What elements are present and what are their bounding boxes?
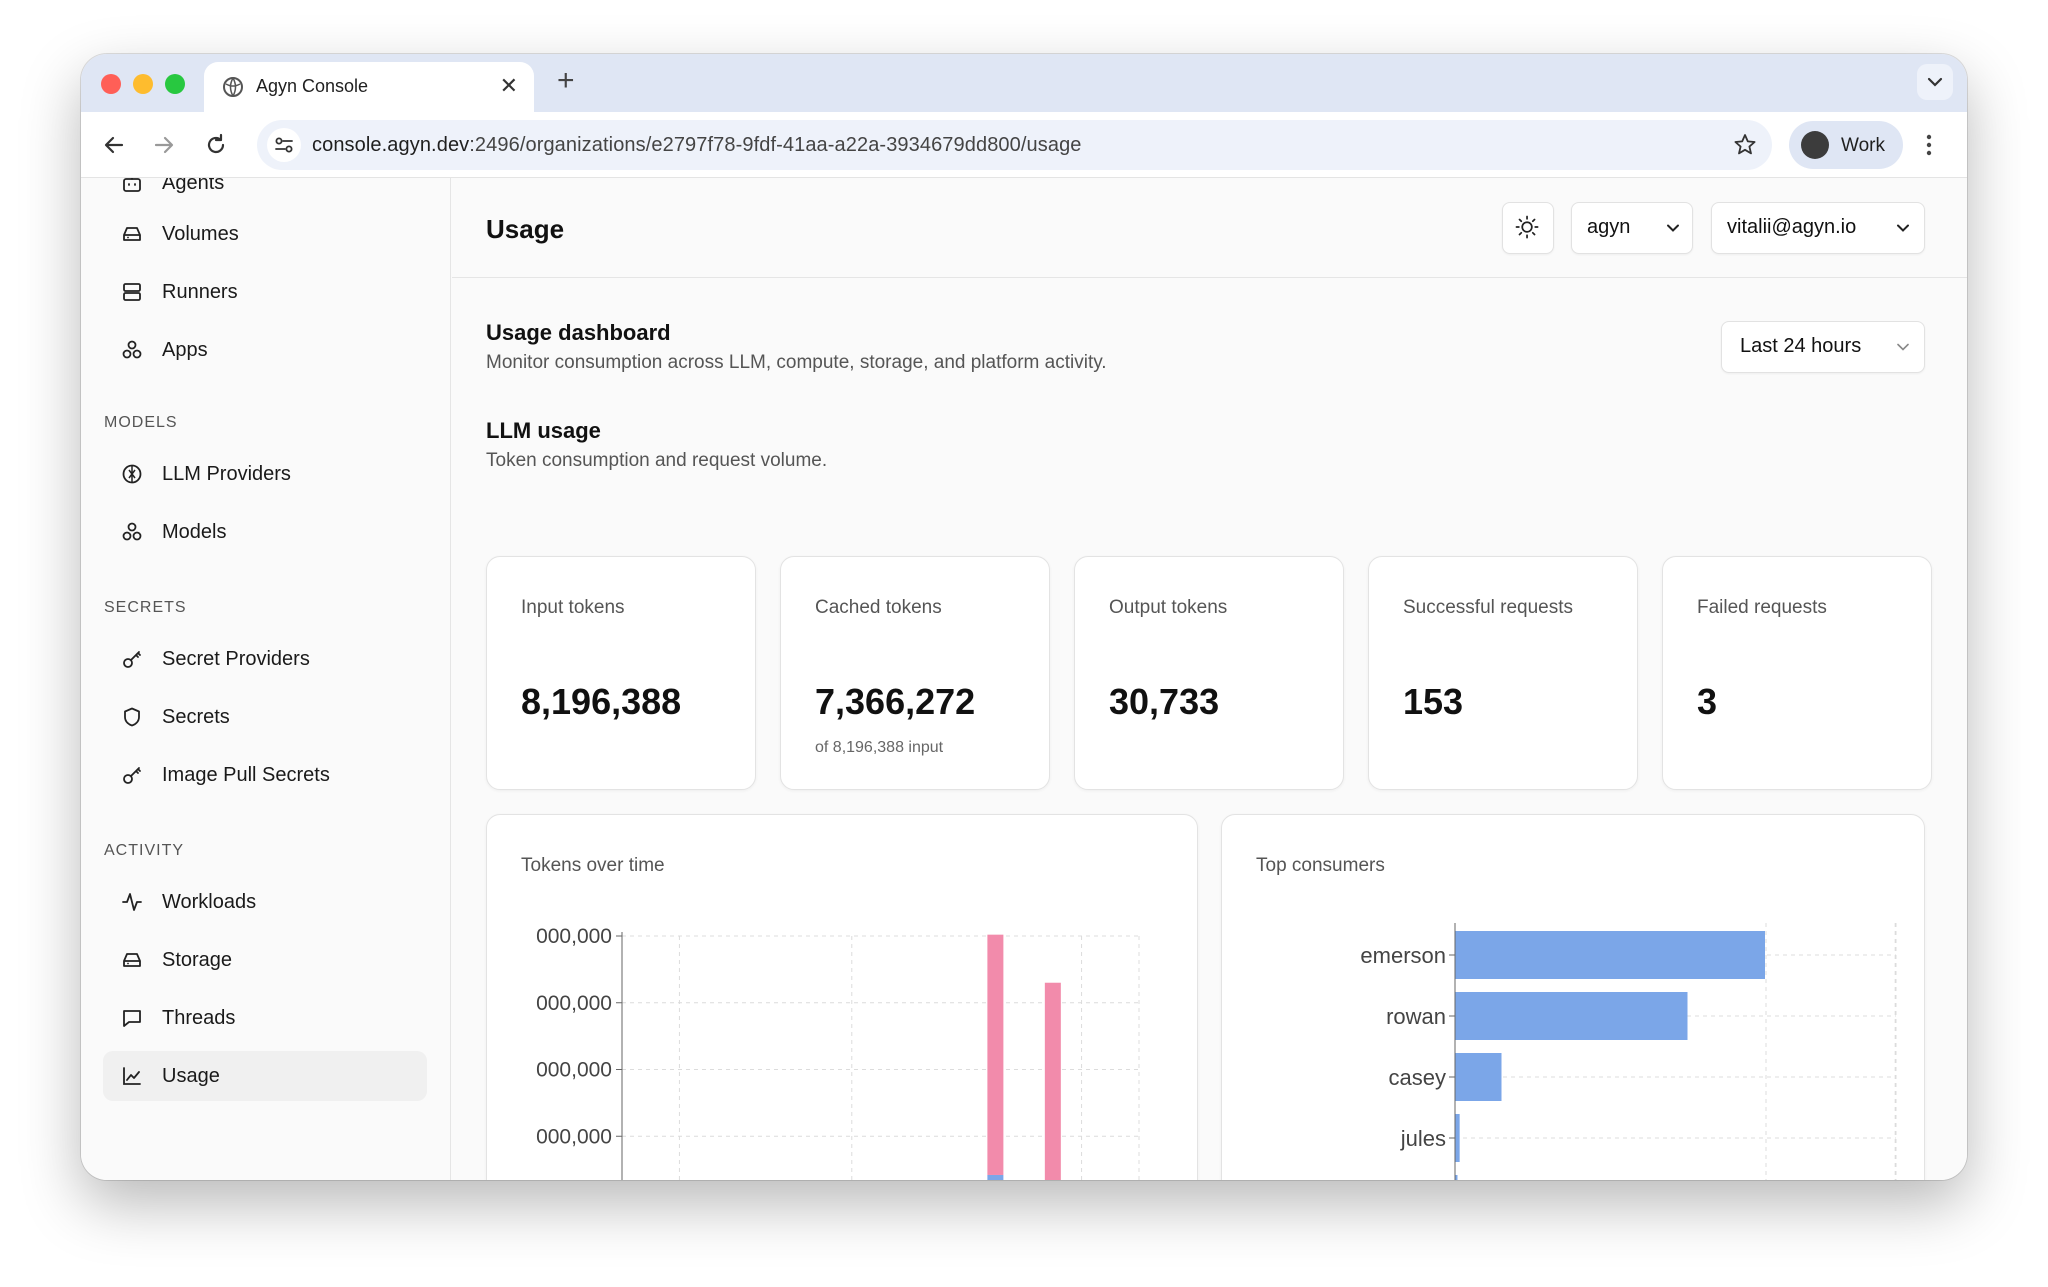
drive-icon xyxy=(123,953,141,967)
sidebar-item-workloads[interactable]: Workloads xyxy=(103,877,427,927)
theme-toggle-button[interactable] xyxy=(1502,202,1554,254)
bar-input-tokens xyxy=(987,934,1004,1175)
consumer-label: rowan xyxy=(1386,1004,1446,1029)
top-consumers-panel: Top consumers emerson rowan casey jules Unkn… xyxy=(1221,814,1925,1180)
browser-tab[interactable]: Agyn Console ✕ xyxy=(204,62,534,112)
bookmark-star-icon[interactable] xyxy=(1732,132,1758,158)
tune-icon xyxy=(275,137,293,153)
consumer-label: jules xyxy=(1400,1126,1446,1151)
chevron-down-icon xyxy=(1927,77,1943,87)
sun-icon xyxy=(1515,215,1539,239)
close-tab-icon[interactable]: ✕ xyxy=(500,73,518,99)
sidebar-item-storage[interactable]: Storage xyxy=(103,935,427,985)
models-icon xyxy=(122,522,142,541)
key-icon xyxy=(123,767,141,784)
sidebar-item-models[interactable]: Models xyxy=(103,507,427,557)
chevron-down-icon xyxy=(1897,343,1909,351)
agent-icon xyxy=(123,178,141,192)
top-consumers-chart: emersonrowancaseyjulesUnknown xyxy=(1360,923,1897,1180)
browser-toolbar: console.agyn.dev:2496/organizations/e279… xyxy=(81,112,1967,178)
profile-label: Work xyxy=(1841,135,1885,156)
tokens-over-time-chart: 000,000000,000000,000000,0000May 18, 202… xyxy=(536,925,1140,1180)
new-tab-button[interactable]: + xyxy=(557,64,575,98)
message-icon xyxy=(123,1010,141,1027)
globe-icon xyxy=(223,77,243,97)
more-vertical-icon[interactable] xyxy=(1919,130,1939,160)
section-heading-secrets: SECRETS xyxy=(104,599,187,616)
apps-icon xyxy=(122,340,142,359)
sidebar-item-image-pull-secrets[interactable]: Image Pull Secrets xyxy=(103,750,427,800)
consumer-label: casey xyxy=(1389,1065,1446,1090)
user-select[interactable]: vitalii@agyn.io xyxy=(1711,202,1925,254)
y-tick-label: 000,000 xyxy=(536,1059,612,1082)
avatar xyxy=(1801,131,1829,159)
section-heading-models: MODELS xyxy=(104,414,178,431)
line-chart-icon xyxy=(123,1067,141,1085)
reload-icon[interactable] xyxy=(199,128,233,162)
chevron-down-icon xyxy=(1667,224,1679,232)
sidebar-item-threads[interactable]: Threads xyxy=(103,993,427,1043)
sidebar-item-llm-providers[interactable]: LLM Providers xyxy=(103,449,427,499)
site-info-button[interactable] xyxy=(267,128,301,162)
url-text: console.agyn.dev:2496/organizations/e279… xyxy=(312,134,1082,156)
sidebar-item-secret-providers[interactable]: Secret Providers xyxy=(103,634,427,684)
maximize-window-button[interactable] xyxy=(165,74,185,94)
page-header: Usage agyn vitalii@agyn.io xyxy=(452,178,1967,278)
stat-card-output-tokens: Output tokens 30,733 xyxy=(1074,556,1344,790)
stat-card-input-tokens: Input tokens 8,196,388 xyxy=(486,556,756,790)
sidebar-item-volumes[interactable]: Volumes xyxy=(103,209,427,259)
title-bar: Agyn Console ✕ + xyxy=(81,54,1967,112)
sidebar-item-usage[interactable]: Usage xyxy=(103,1051,427,1101)
sidebar: Agents Volumes Runners Apps MODELS LLM P… xyxy=(81,178,451,1180)
bar-consumer xyxy=(1455,992,1688,1040)
drive-icon xyxy=(123,227,141,241)
stat-card-successful-requests: Successful requests 153 xyxy=(1368,556,1638,790)
server-icon xyxy=(123,283,141,301)
bar-cached-tokens xyxy=(987,1174,1004,1180)
dashboard-title: Usage dashboard xyxy=(486,320,671,345)
y-tick-label: 000,000 xyxy=(536,992,612,1015)
tab-search-button[interactable] xyxy=(1917,64,1953,100)
tab-title: Agyn Console xyxy=(256,76,369,96)
org-select[interactable]: agyn xyxy=(1571,202,1693,254)
activity-icon xyxy=(122,893,142,911)
minimize-window-button[interactable] xyxy=(133,74,153,94)
bar-input-tokens xyxy=(1044,982,1061,1180)
key-icon xyxy=(123,651,141,668)
sidebar-item-secrets[interactable]: Secrets xyxy=(103,692,427,742)
sidebar-item-apps[interactable]: Apps xyxy=(103,325,427,375)
forward-icon[interactable] xyxy=(147,128,181,162)
llm-usage-subtitle: Token consumption and request volume. xyxy=(486,450,828,471)
bar-consumer xyxy=(1455,1053,1502,1101)
y-tick-label: 000,000 xyxy=(536,925,612,948)
stat-card-failed-requests: Failed requests 3 xyxy=(1662,556,1932,790)
bar-consumer xyxy=(1455,931,1765,979)
stat-card-cached-tokens: Cached tokens 7,366,272 of 8,196,388 inp… xyxy=(780,556,1050,790)
bar-consumer xyxy=(1455,1114,1460,1162)
browser-window: Agyn Console ✕ + console.agyn.dev:2496/o… xyxy=(81,54,1967,1180)
sidebar-item-agents[interactable]: Agents xyxy=(103,178,427,208)
profile-button[interactable]: Work xyxy=(1789,121,1903,169)
back-icon[interactable] xyxy=(97,128,131,162)
main-content: Usage agyn vitalii@agyn.io Usage dashboa… xyxy=(452,178,1967,1180)
page-title: Usage xyxy=(486,214,565,244)
sidebar-item-runners[interactable]: Runners xyxy=(103,267,427,317)
time-range-select[interactable]: Last 24 hours xyxy=(1721,321,1925,373)
y-tick-label: 000,000 xyxy=(536,1125,612,1148)
section-heading-activity: ACTIVITY xyxy=(104,842,185,859)
llm-usage-title: LLM usage xyxy=(486,418,601,443)
consumer-label: emerson xyxy=(1360,943,1446,968)
close-window-button[interactable] xyxy=(101,74,121,94)
chevron-down-icon xyxy=(1897,224,1909,232)
tokens-over-time-panel: Tokens over time 000,000 000,000 000,000 00… xyxy=(486,814,1198,1180)
address-bar[interactable]: console.agyn.dev:2496/organizations/e279… xyxy=(257,120,1772,170)
dashboard-subtitle: Monitor consumption across LLM, compute,… xyxy=(486,352,1107,373)
llm-provider-icon xyxy=(122,464,142,484)
shield-icon xyxy=(124,707,140,727)
